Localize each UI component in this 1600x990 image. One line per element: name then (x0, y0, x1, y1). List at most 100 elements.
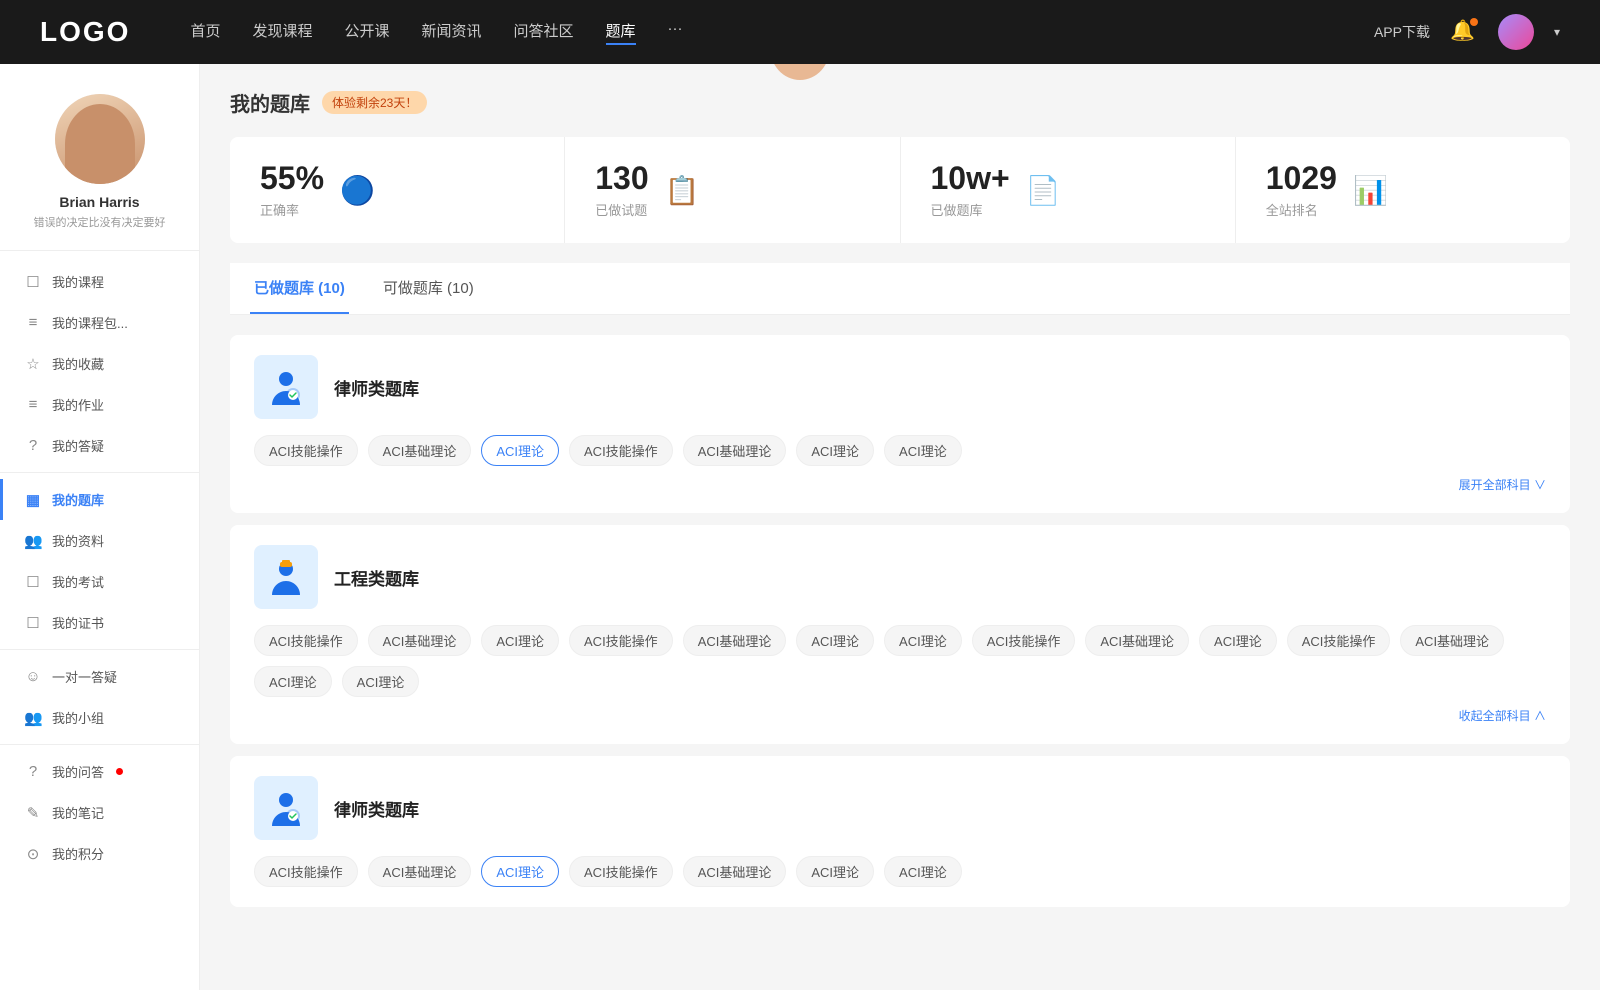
sidebar-name: Brian Harris (59, 194, 139, 210)
sidebar-item-1[interactable]: ≡我的课程包... (0, 302, 199, 343)
tab-item-0[interactable]: 已做题库 (10) (250, 263, 349, 314)
sidebar-profile: Brian Harris 错误的决定比没有决定要好 (0, 94, 199, 251)
navbar: LOGO 首页 发现课程 公开课 新闻资讯 问答社区 题库 ··· APP下载 🔔 ▾ (0, 0, 1600, 64)
notification-badge (1470, 18, 1478, 26)
qbank-tag-2-3[interactable]: ACI技能操作 (569, 856, 673, 887)
qbank-tag-1-3[interactable]: ACI技能操作 (569, 625, 673, 656)
navbar-menu-item[interactable]: ··· (668, 20, 683, 45)
qbank-tag-0-1[interactable]: ACI基础理论 (368, 435, 472, 466)
sidebar-menu-icon: ≡ (24, 314, 42, 331)
qbank-tag-1-10[interactable]: ACI技能操作 (1287, 625, 1391, 656)
qbank-tag-0-2[interactable]: ACI理论 (481, 435, 559, 466)
qbank-tag-1-0[interactable]: ACI技能操作 (254, 625, 358, 656)
tabs-row: 已做题库 (10) 可做题库 (10) (230, 263, 1570, 315)
qbank-tag-1-6[interactable]: ACI理论 (884, 625, 962, 656)
qbank-tag-1-13[interactable]: ACI理论 (342, 666, 420, 697)
sidebar-item-13[interactable]: ⊙我的积分 (0, 833, 199, 874)
qbank-tag-2-6[interactable]: ACI理论 (884, 856, 962, 887)
qbank-header: 律师类题库 (254, 776, 1546, 840)
sidebar-menu-icon: ☐ (24, 614, 42, 632)
navbar-menu-item[interactable]: 公开课 (344, 20, 389, 45)
qbank-tag-2-4[interactable]: ACI基础理论 (683, 856, 787, 887)
page-header: 我的题库 体验剩余23天！ (230, 88, 1570, 117)
sidebar-avatar (55, 94, 145, 184)
qbank-tag-2-5[interactable]: ACI理论 (796, 856, 874, 887)
sidebar-item-0[interactable]: ☐我的课程 (0, 261, 199, 302)
qbank-tag-2-2[interactable]: ACI理论 (481, 856, 559, 887)
stat-item-2: 10w+ 已做题库 📄 (901, 137, 1236, 243)
sidebar-menu-label: 我的证书 (52, 613, 104, 632)
qbank-tag-1-8[interactable]: ACI基础理论 (1085, 625, 1189, 656)
sidebar-menu-icon: ? (24, 763, 42, 780)
sidebar-menu-icon: ☺ (24, 668, 42, 685)
sidebar-menu-label: 我的作业 (52, 395, 104, 414)
qbank-icon (254, 545, 318, 609)
navbar-menu-item[interactable]: 问答社区 (514, 20, 574, 45)
qbank-tag-0-4[interactable]: ACI基础理论 (683, 435, 787, 466)
page-title: 我的题库 (230, 88, 310, 117)
tab-item-1[interactable]: 可做题库 (10) (379, 263, 478, 314)
stat-value: 55% (260, 161, 324, 196)
qbank-tag-1-12[interactable]: ACI理论 (254, 666, 332, 697)
logo: LOGO (40, 16, 130, 48)
app-download-button[interactable]: APP下载 (1374, 22, 1430, 42)
qbank-tag-1-4[interactable]: ACI基础理论 (683, 625, 787, 656)
sidebar-menu-icon: ? (24, 437, 42, 454)
qbank-tags: ACI技能操作 ACI基础理论 ACI理论 ACI技能操作 ACI基础理论 ACI理论 AC… (254, 435, 1546, 466)
stat-value: 130 (595, 161, 648, 196)
stat-icon: 📊 (1353, 174, 1388, 207)
sidebar-motto: 错误的决定比没有决定要好 (24, 214, 176, 230)
sidebar-item-10[interactable]: 👥我的小组 (0, 697, 199, 738)
sidebar-item-6[interactable]: 👥我的资料 (0, 520, 199, 561)
qbank-tag-1-1[interactable]: ACI基础理论 (368, 625, 472, 656)
navbar-menu-item[interactable]: 发现课程 (252, 20, 312, 45)
qbank-tag-0-6[interactable]: ACI理论 (884, 435, 962, 466)
qbank-header: 律师类题库 (254, 355, 1546, 419)
qbank-tag-0-3[interactable]: ACI技能操作 (569, 435, 673, 466)
sidebar-menu-icon: 👥 (24, 532, 42, 550)
sidebar-item-5[interactable]: ▦ 我的题库 (0, 479, 199, 520)
notification-dot (116, 768, 123, 775)
sidebar-item-9[interactable]: ☺ 一对一答疑 (0, 656, 199, 697)
navbar-menu-item[interactable]: 新闻资讯 (422, 20, 482, 45)
qbank-tag-2-0[interactable]: ACI技能操作 (254, 856, 358, 887)
sidebar-item-12[interactable]: ✎我的笔记 (0, 792, 199, 833)
qbank-tag-0-0[interactable]: ACI技能操作 (254, 435, 358, 466)
navbar-right: APP下载 🔔 ▾ (1374, 14, 1560, 50)
qbank-tag-1-9[interactable]: ACI理论 (1199, 625, 1277, 656)
sidebar-menu-icon: ✎ (24, 804, 42, 822)
sidebar-item-11[interactable]: ? 我的问答 (0, 751, 199, 792)
qbank-tag-1-5[interactable]: ACI理论 (796, 625, 874, 656)
sidebar-menu-icon: ☆ (24, 355, 42, 373)
stat-value: 10w+ (931, 161, 1010, 196)
notification-bell[interactable]: 🔔 (1450, 18, 1478, 46)
chevron-down-icon[interactable]: ▾ (1554, 25, 1560, 39)
sidebar-item-2[interactable]: ☆我的收藏 (0, 343, 199, 384)
avatar[interactable] (1498, 14, 1534, 50)
trial-badge: 体验剩余23天！ (322, 91, 427, 114)
sidebar-menu-icon: ≡ (24, 396, 42, 413)
sidebar-menu-icon: ☐ (24, 273, 42, 291)
sidebar-menu-label: 我的考试 (52, 572, 104, 591)
qbank-tag-1-2[interactable]: ACI理论 (481, 625, 559, 656)
sidebar-item-3[interactable]: ≡ 我的作业 (0, 384, 199, 425)
sidebar-menu-label: 我的问答 (52, 762, 104, 781)
qbank-icon (254, 355, 318, 419)
qbank-title: 律师类题库 (334, 375, 419, 400)
qbank-tag-0-5[interactable]: ACI理论 (796, 435, 874, 466)
qbank-tag-1-7[interactable]: ACI技能操作 (972, 625, 1076, 656)
sidebar-item-4[interactable]: ?我的答疑 (0, 425, 199, 466)
qbank-tag-1-11[interactable]: ACI基础理论 (1400, 625, 1504, 656)
navbar-menu: 首页 发现课程 公开课 新闻资讯 问答社区 题库 ··· (190, 20, 1374, 45)
sidebar-menu-label: 我的题库 (52, 490, 104, 509)
qbank-footer-0[interactable]: 展开全部科目 ∨ (254, 476, 1546, 493)
navbar-menu-item[interactable]: 首页 (190, 20, 220, 45)
sidebar-menu-icon: ▦ (24, 491, 42, 509)
sidebar-menu-label: 一对一答疑 (52, 667, 117, 686)
sidebar-item-8[interactable]: ☐ 我的证书 (0, 602, 199, 643)
sidebar-item-7[interactable]: ☐我的考试 (0, 561, 199, 602)
qbank-footer-1[interactable]: 收起全部科目 ∧ (254, 707, 1546, 724)
navbar-menu-item[interactable]: 题库 (606, 20, 636, 45)
stat-item-3: 1029 全站排名 📊 (1236, 137, 1570, 243)
qbank-tag-2-1[interactable]: ACI基础理论 (368, 856, 472, 887)
